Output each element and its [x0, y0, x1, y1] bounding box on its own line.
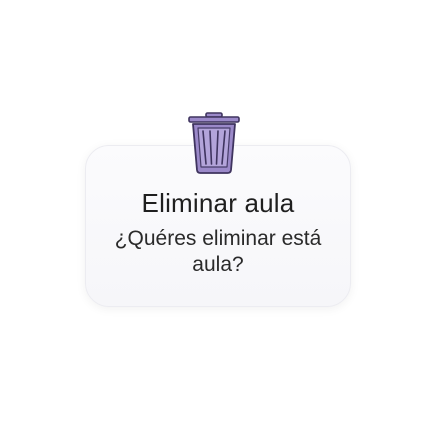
trash-icon	[188, 112, 240, 174]
dialog-title: Eliminar aula	[141, 188, 295, 218]
screen: Eliminar aula ¿Quéres eliminar está aula…	[0, 0, 426, 426]
dialog-message: ¿Quéres eliminar está aula?	[114, 227, 322, 276]
